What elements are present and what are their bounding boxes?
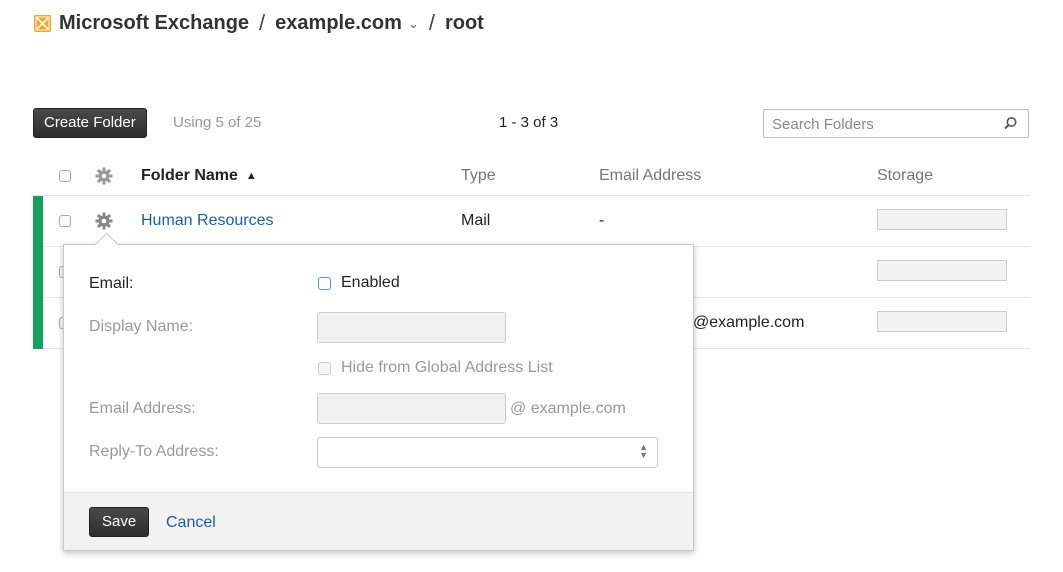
folder-name-link[interactable]: Human Resources [141, 212, 274, 230]
enabled-checkbox[interactable] [318, 277, 331, 290]
folder-email: @example.com [693, 314, 805, 331]
status-bar [33, 196, 43, 247]
hide-gal-label: Hide from Global Address List [341, 359, 553, 376]
create-folder-button[interactable]: Create Folder [33, 108, 147, 138]
breadcrumb-separator: / [259, 10, 266, 35]
gear-icon[interactable] [95, 167, 113, 190]
exchange-logo-icon [34, 14, 51, 32]
column-header-storage: Storage [877, 167, 934, 184]
row-checkbox[interactable] [59, 215, 71, 227]
storage-bar [877, 260, 1007, 281]
chevron-down-icon[interactable]: ⌄ [408, 16, 419, 32]
reply-to-label: Reply-To Address: [89, 443, 219, 460]
domain-selector[interactable]: example.com [275, 12, 402, 35]
column-header-type: Type [461, 167, 496, 184]
popover-footer: Save Cancel [64, 492, 693, 550]
usage-text: Using 5 of 25 [173, 114, 262, 131]
gear-icon[interactable] [95, 212, 113, 235]
enabled-label: Enabled [341, 274, 400, 291]
column-header-email: Email Address [599, 167, 702, 184]
select-arrows-icon: ▲ ▼ [639, 442, 648, 460]
save-button[interactable]: Save [89, 507, 150, 537]
email-address-field[interactable] [317, 393, 506, 424]
select-all-checkbox[interactable] [59, 170, 71, 182]
status-bar [33, 298, 43, 349]
storage-bar [877, 311, 1007, 332]
email-address-label: Email Address: [89, 400, 196, 417]
display-name-label: Display Name: [89, 318, 194, 335]
toolbar: Create Folder Using 5 of 25 1 - 3 of 3 [33, 108, 1030, 138]
search-icon[interactable] [1003, 116, 1018, 136]
app-name: Microsoft Exchange [59, 11, 250, 34]
column-header-folder-name[interactable]: Folder Name ▲ [141, 167, 257, 185]
email-domain-suffix: @ example.com [510, 400, 626, 417]
pagination-text: 1 - 3 of 3 [499, 114, 559, 131]
breadcrumb-header: Microsoft Exchange / example.com ⌄ / roo… [34, 8, 484, 38]
storage-bar [877, 209, 1007, 230]
search-input[interactable] [770, 111, 994, 138]
table-row: Human Resources Mail - [33, 196, 1030, 247]
status-bar [33, 247, 43, 298]
table-header: Folder Name ▲ Type Email Address Storage [33, 157, 1030, 196]
reply-to-select[interactable]: ▲ ▼ [317, 437, 658, 468]
search-box [763, 109, 1029, 138]
folder-email: - [599, 212, 605, 229]
folder-email-popover: Email: Enabled Display Name: Hide from G… [63, 232, 694, 551]
breadcrumb-current-folder: root [444, 11, 484, 34]
cancel-link[interactable]: Cancel [166, 514, 216, 532]
email-label: Email: [89, 275, 134, 292]
folder-type: Mail [461, 212, 491, 229]
breadcrumb-separator: / [428, 10, 435, 35]
hide-gal-checkbox[interactable] [318, 362, 331, 375]
sort-ascending-icon: ▲ [245, 170, 257, 182]
display-name-field[interactable] [317, 312, 506, 343]
